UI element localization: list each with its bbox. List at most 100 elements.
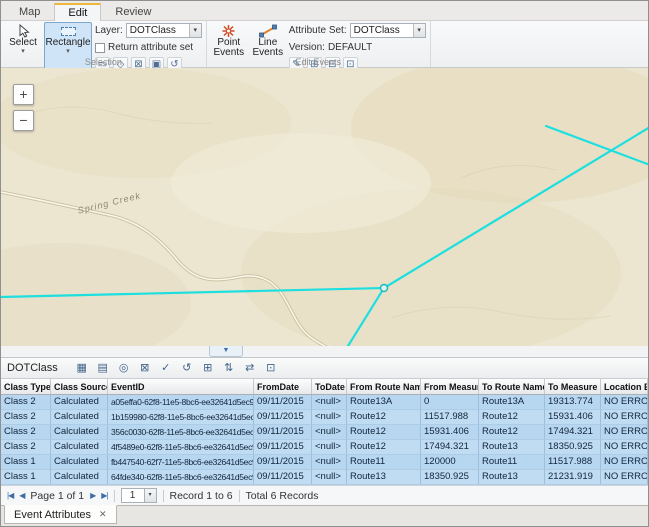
table-cell: 18350.925 <box>545 440 601 455</box>
point-events-label: Point Events <box>212 38 246 57</box>
return-attribute-set-checkbox[interactable] <box>95 43 105 53</box>
route-vertex-marker[interactable] <box>381 285 388 292</box>
separator <box>239 490 240 502</box>
table-row[interactable]: Class 2Calculated356c0030-62f8-11e5-8bc6… <box>1 425 648 440</box>
event-editor-window: MapEditReview Select ▾ Rectangle ▾ <box>0 0 649 527</box>
table-cell: NO ERROR <box>601 470 648 485</box>
separator <box>163 490 164 502</box>
ribbon-tab-review[interactable]: Review <box>101 2 165 20</box>
event-panel-toolbar: DOTClass ▦▤◎⊠✓↺⊞⇅⇄⊡ <box>1 358 648 379</box>
table-cell: 18350.925 <box>421 470 479 485</box>
table-cell: 09/11/2015 <box>254 410 312 425</box>
table-header-row: Class TypeClass SourceEventIDFromDateToD… <box>1 379 648 395</box>
table-cell: 17494.321 <box>421 440 479 455</box>
line-events-label: Line Events <box>251 38 285 57</box>
page-stepper[interactable]: ▾ <box>145 488 157 503</box>
table-cell: Route13A <box>347 395 421 410</box>
column-header-to-route-name[interactable]: To Route Name <box>479 379 545 394</box>
layer-dropdown[interactable]: DOTClass ▾ <box>126 23 202 38</box>
table-row[interactable]: Class 1Calculatedfb447540-62f7-11e5-8bc6… <box>1 455 648 470</box>
previous-page-button[interactable]: ◀ <box>19 491 24 500</box>
table-cell: Route13A <box>479 395 545 410</box>
table-options-icon[interactable]: ▦ <box>73 360 91 377</box>
table-cell: 4f5489e0-62f8-11e5-8bc6-ee32641d5ec9 <box>108 440 254 455</box>
table-cell: Route12 <box>479 410 545 425</box>
show-selected-records-icon[interactable]: ▤ <box>94 360 112 377</box>
column-header-to-measure[interactable]: To Measure <box>545 379 601 394</box>
attribute-set-dropdown[interactable]: DOTClass ▾ <box>350 23 426 38</box>
table-cell: <null> <box>312 470 347 485</box>
switch-selection-icon[interactable]: ⇄ <box>241 360 259 377</box>
table-cell: a05effa0-62f8-11e5-8bc6-ee32641d5ec9 <box>108 395 254 410</box>
record-range-label: Record 1 to 6 <box>170 490 233 502</box>
select-tool-label: Select <box>9 38 37 48</box>
table-cell: 09/11/2015 <box>254 455 312 470</box>
version-value: DEFAULT <box>328 42 372 53</box>
table-cell: Class 2 <box>1 440 51 455</box>
sort-icon[interactable]: ⇅ <box>220 360 238 377</box>
column-header-todate[interactable]: ToDate <box>312 379 347 394</box>
table-cell: Calculated <box>51 395 108 410</box>
table-row[interactable]: Class 2Calculated4f5489e0-62f8-11e5-8bc6… <box>1 440 648 455</box>
zoom-to-selection-icon[interactable]: ◎ <box>115 360 133 377</box>
table-cell: Route12 <box>347 410 421 425</box>
zoom-in-button[interactable]: + <box>13 84 34 105</box>
rectangle-tool-label: Rectangle <box>45 38 90 48</box>
table-cell: Calculated <box>51 455 108 470</box>
table-row[interactable]: Class 2Calculated1b159980-62f8-11e5-8bc6… <box>1 410 648 425</box>
add-record-icon[interactable]: ⊞ <box>199 360 217 377</box>
ribbon-tab-map[interactable]: Map <box>5 2 54 20</box>
first-page-button[interactable]: |◀ <box>7 491 13 500</box>
clear-selection-icon[interactable]: ⊠ <box>136 360 154 377</box>
ribbon: Select ▾ Rectangle ▾ Layer: DOTClass ▾ <box>1 21 648 68</box>
close-icon[interactable]: ✕ <box>99 509 107 520</box>
collapse-panel-button[interactable]: ▼ <box>209 346 243 357</box>
zoom-out-button[interactable]: − <box>13 110 34 131</box>
table-cell: 09/11/2015 <box>254 470 312 485</box>
page-indicator: Page 1 of 1 <box>30 490 84 502</box>
table-cell: 15931.406 <box>421 425 479 440</box>
column-header-fromdate[interactable]: FromDate <box>254 379 312 394</box>
table-row[interactable]: Class 2Calculateda05effa0-62f8-11e5-8bc6… <box>1 395 648 410</box>
tab-event-attributes[interactable]: Event Attributes ✕ <box>4 505 117 524</box>
table-cell: 1b159980-62f8-11e5-8bc6-ee32641d5ec9 <box>108 410 254 425</box>
version-label: Version: <box>289 42 325 53</box>
column-header-location-error[interactable]: Location Error <box>601 379 648 394</box>
table-cell: 09/11/2015 <box>254 440 312 455</box>
table-body: Class 2Calculateda05effa0-62f8-11e5-8bc6… <box>1 395 648 485</box>
table-cell: Route12 <box>347 440 421 455</box>
bottom-tabbar: Event Attributes ✕ <box>1 505 648 526</box>
ribbon-tab-edit[interactable]: Edit <box>54 3 101 21</box>
map-view[interactable]: Spring Creek + − <box>1 68 648 346</box>
column-header-class-type[interactable]: Class Type <box>1 379 51 394</box>
chevron-down-icon: ▾ <box>21 48 25 55</box>
table-cell: 0 <box>421 395 479 410</box>
zoom-control: + − <box>13 84 34 131</box>
table-cell: 15931.406 <box>545 410 601 425</box>
table-row[interactable]: Class 1Calculated64fde340-62f8-11e5-8bc6… <box>1 470 648 485</box>
save-edits-icon[interactable]: ✓ <box>157 360 175 377</box>
expand-panel-icon[interactable]: ⊡ <box>262 360 280 377</box>
table-cell: <null> <box>312 425 347 440</box>
layer-name-label: DOTClass <box>7 362 58 374</box>
column-header-from-measure[interactable]: From Measure <box>421 379 479 394</box>
ribbon-tabstrip: MapEditReview <box>1 1 648 21</box>
attribute-set-label: Attribute Set: <box>289 25 347 36</box>
column-header-eventid[interactable]: EventID <box>108 379 254 394</box>
page-number-input[interactable]: 1 <box>121 488 145 503</box>
terrain-shading <box>171 133 431 233</box>
chevron-down-icon: ▼ <box>223 347 230 354</box>
last-page-button[interactable]: ▶| <box>101 491 107 500</box>
table-cell: Class 2 <box>1 395 51 410</box>
total-records-label: Total 6 Records <box>246 490 319 502</box>
refresh-icon[interactable]: ↺ <box>178 360 196 377</box>
table-cell: NO ERROR <box>601 395 648 410</box>
column-header-class-source[interactable]: Class Source <box>51 379 108 394</box>
table-cell: Route11 <box>347 455 421 470</box>
next-page-button[interactable]: ▶ <box>90 491 95 500</box>
column-header-from-route-name[interactable]: From Route Name <box>347 379 421 394</box>
table-cell: Route12 <box>347 425 421 440</box>
tab-label: Event Attributes <box>14 509 91 521</box>
table-cell: Route13 <box>479 440 545 455</box>
table-cell: fb447540-62f7-11e5-8bc6-ee32641d5ec9 <box>108 455 254 470</box>
